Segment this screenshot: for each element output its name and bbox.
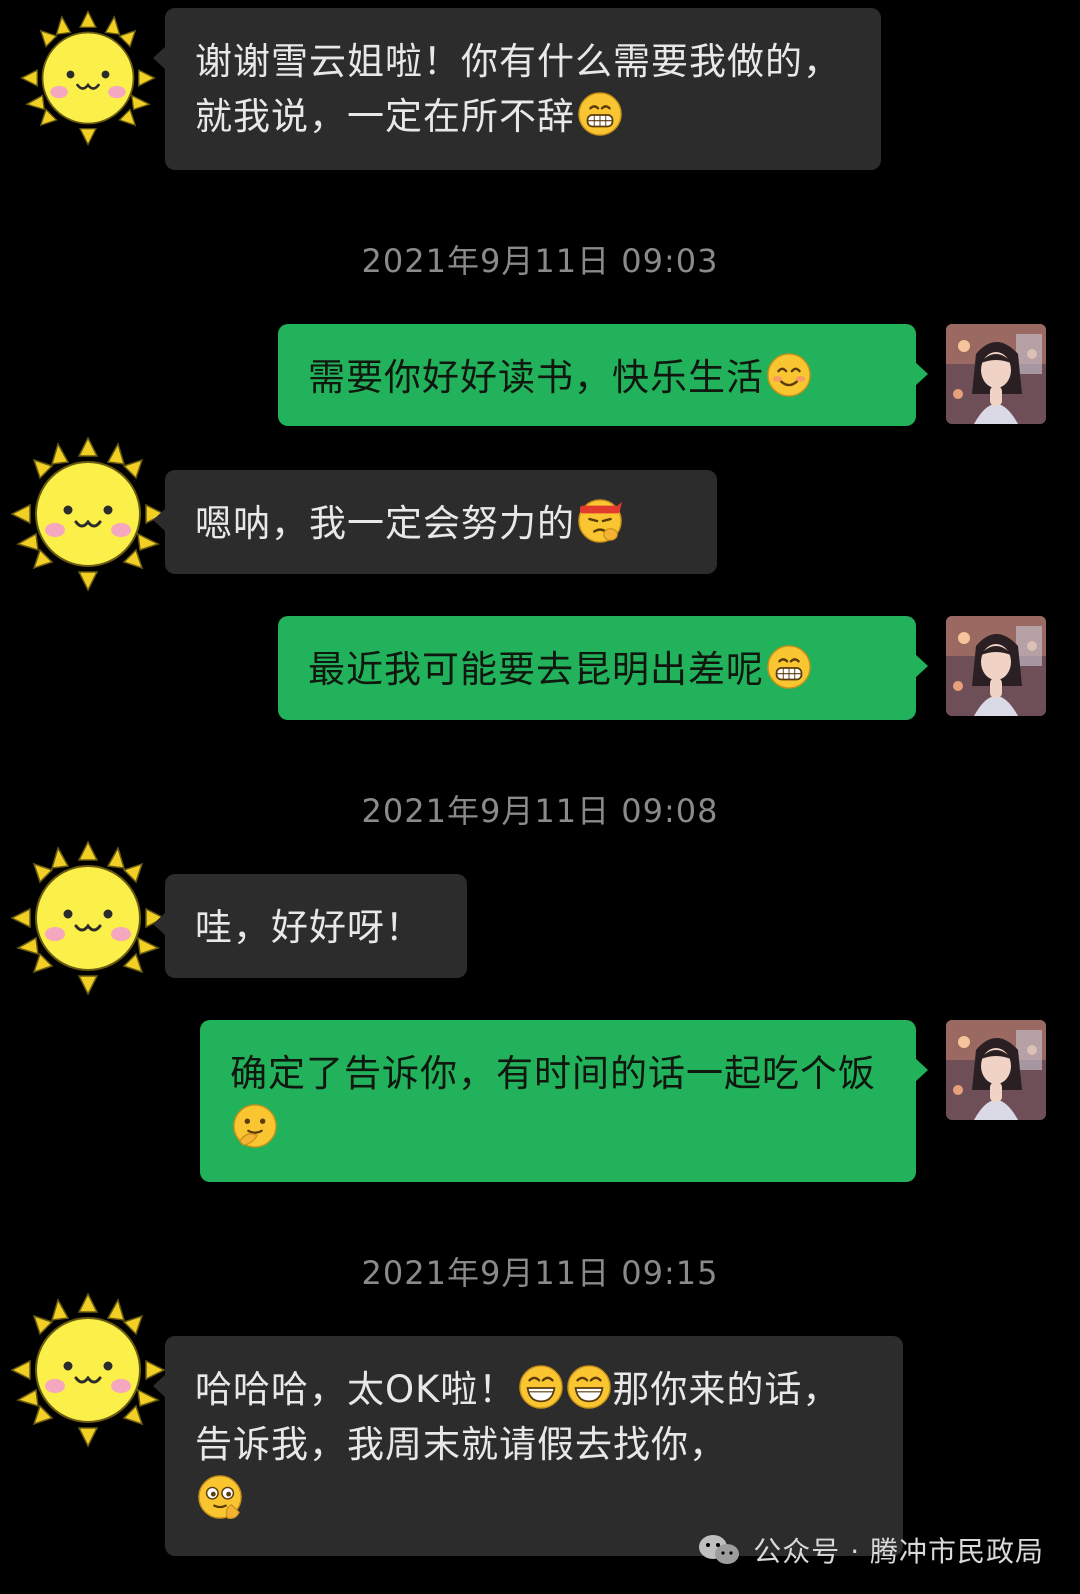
sun-avatar-icon: [8, 8, 168, 148]
message-text: 谢谢雪云姐啦！你有什么需要我做的，就我说，一定在所不辞: [195, 40, 841, 138]
sun-avatar-icon: [8, 838, 168, 998]
sun-avatar[interactable]: [8, 1290, 168, 1450]
sun-avatar[interactable]: [8, 838, 168, 998]
sun-avatar[interactable]: [8, 8, 168, 148]
sun-avatar[interactable]: [8, 434, 168, 594]
girl-avatar[interactable]: [946, 1020, 1046, 1120]
message-bubble-outgoing[interactable]: 最近我可能要去昆明出差呢: [278, 616, 928, 720]
sun-avatar-icon: [8, 1290, 168, 1450]
girl-avatar[interactable]: [946, 324, 1046, 424]
message-bubble-outgoing[interactable]: 确定了告诉你，有时间的话一起吃个饭: [200, 1020, 928, 1182]
grin-emoji-icon: [577, 91, 623, 137]
girl-avatar-icon: [946, 324, 1046, 424]
message-text: 最近我可能要去昆明出差呢: [308, 648, 764, 691]
timestamp: 2021年9月11日 09:08: [361, 792, 719, 830]
chat-thread[interactable]: 谢谢雪云姐啦！你有什么需要我做的，就我说，一定在所不辞 2021年9月11日 0…: [0, 0, 1080, 1594]
message-text: 哇，好好呀！: [195, 906, 423, 949]
girl-avatar-icon: [946, 616, 1046, 716]
timestamp: 2021年9月11日 09:03: [361, 242, 719, 280]
message-bubble-incoming[interactable]: 嗯呐，我一定会努力的: [153, 470, 717, 574]
girl-avatar[interactable]: [946, 616, 1046, 716]
message-bubble-incoming[interactable]: 谢谢雪云姐啦！你有什么需要我做的，就我说，一定在所不辞: [153, 8, 881, 170]
determined-emoji-icon: [577, 498, 623, 544]
message-text: 确定了告诉你，有时间的话一起吃个饭: [230, 1052, 876, 1095]
laugh-emoji-icon: [518, 1364, 564, 1410]
message-bubble-incoming[interactable]: 哈哈哈，太OK啦！ 那你来的话，告诉我，我周末就请假去找你，: [153, 1336, 903, 1556]
message-text: 嗯呐，我一定会努力的: [195, 502, 575, 545]
message-text: 需要你好好读书，快乐生活: [308, 356, 764, 399]
message-text: 哈哈哈，太OK啦！: [195, 1368, 517, 1411]
laugh-emoji-icon: [566, 1364, 612, 1410]
smile-emoji-icon: [766, 352, 812, 398]
sun-avatar-icon: [8, 434, 168, 594]
message-bubble-incoming[interactable]: 哇，好好呀！: [153, 874, 467, 978]
girl-avatar-icon: [946, 1020, 1046, 1120]
wink-emoji-icon: [197, 1474, 243, 1520]
wechat-icon: [699, 1535, 740, 1564]
account-watermark: 公众号 · 腾冲市民政局: [697, 1530, 1044, 1570]
hmm-emoji-icon: [232, 1103, 278, 1149]
watermark-text: 公众号 · 腾冲市民政局: [753, 1535, 1044, 1568]
timestamp: 2021年9月11日 09:15: [361, 1254, 719, 1292]
message-bubble-outgoing[interactable]: 需要你好好读书，快乐生活: [278, 324, 928, 426]
grin-emoji-icon: [766, 644, 812, 690]
